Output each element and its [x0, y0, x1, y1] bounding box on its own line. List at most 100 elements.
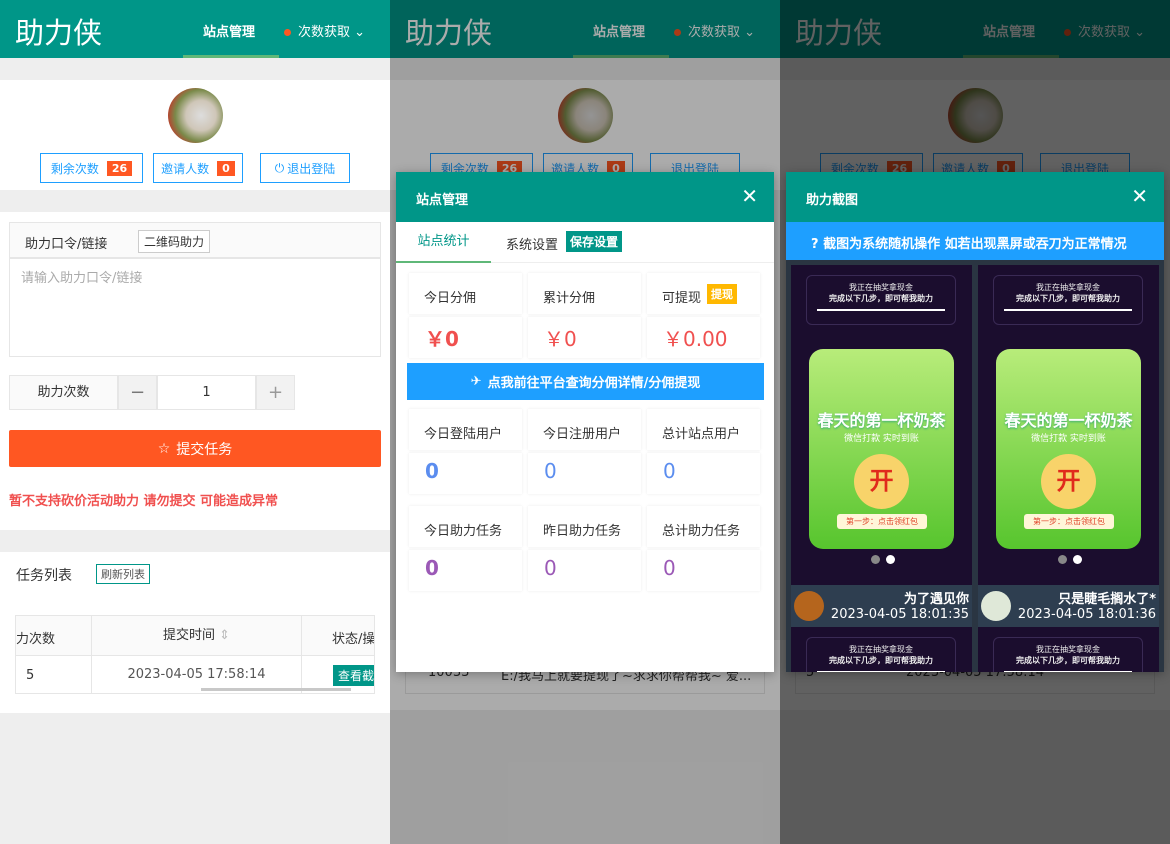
stat-label-cell: 累计分佣: [528, 273, 641, 314]
stat-label-cell: 今日注册用户: [528, 409, 641, 450]
carousel-dot[interactable]: [1058, 555, 1067, 564]
close-icon[interactable]: ✕: [1131, 184, 1148, 208]
user-avatar: [981, 591, 1011, 621]
main-page: 助力侠 站点管理 次数获取 ⌄ 剩余次数 26 邀请人数 0 ⏻ 退出登陆 助力口令/…: [0, 0, 390, 844]
progress-line: [817, 671, 945, 672]
label: 提交时间: [162, 628, 215, 643]
carousel-dot[interactable]: [886, 555, 895, 564]
stat-value-cell: ￥0.00: [647, 317, 760, 358]
paper-plane-icon: ✈: [470, 374, 482, 389]
stat-value-cell: 0: [409, 453, 522, 494]
col-time[interactable]: 提交时间 ⇕: [91, 616, 302, 656]
carousel-dot[interactable]: [1073, 555, 1082, 564]
stat-value: ￥0: [544, 327, 577, 351]
screenshot-modal-view: 助力侠 站点管理 次数获取 ⌄ 剩余次数26 邀请人数0 退出登陆 5 2023…: [780, 0, 1170, 844]
tab-site-stats[interactable]: 站点统计: [396, 222, 491, 263]
label: 剩余次数: [50, 161, 99, 176]
shot-card: 春天的第一杯奶茶 微信打款 实时到账 开 第一步：点击领红包: [809, 349, 954, 549]
notice-text: 截图为系统随机操作 如若出现黑屏或吞刀为正常情况: [823, 237, 1127, 252]
screenshot-modal: 助力截图 ✕ ? 截图为系统随机操作 如若出现黑屏或吞刀为正常情况 我正在抽奖拿现…: [786, 172, 1164, 672]
shot-line: 我正在抽奖拿现金: [849, 283, 913, 292]
open-coin: 开: [854, 454, 909, 509]
stat-value-cell: 0: [528, 550, 641, 591]
progress-line: [1004, 309, 1132, 311]
shot-step: 第一步：点击领红包: [837, 514, 927, 529]
platform-link-button[interactable]: ✈ 点我前往平台查询分佣详情/分佣提现: [407, 363, 764, 400]
stat-value: 0: [663, 556, 676, 580]
stat-value-cell: ￥0: [528, 317, 641, 358]
stat-value: 0: [544, 556, 557, 580]
col-status: 状态/操: [332, 632, 375, 647]
withdraw-button[interactable]: 提现: [707, 284, 737, 304]
task-list-card: 任务列表 刷新列表 力次数 提交时间 ⇕ 状态/操 5 2023-04-05 1…: [0, 552, 390, 713]
site-modal-view: 助力侠 站点管理 次数获取 ⌄ 剩余次数 26 邀请人数 0 退出登陆 10033 …: [390, 0, 780, 844]
progress-line: [817, 309, 945, 311]
profile-card: 剩余次数 26 邀请人数 0 ⏻ 退出登陆: [0, 80, 390, 190]
cell-count: 5: [26, 668, 35, 683]
refresh-button[interactable]: 刷新列表: [96, 564, 150, 584]
stat-value-cell: ￥0: [409, 317, 522, 358]
qr-help-button[interactable]: 二维码助力: [138, 230, 211, 253]
logout-button[interactable]: ⏻ 退出登陆: [260, 153, 350, 183]
count-input[interactable]: 1: [157, 375, 256, 410]
tab-bar: 站点统计 系统设置 保存设置: [396, 222, 774, 263]
nav-get-count[interactable]: 次数获取 ⌄: [284, 21, 365, 40]
shot-header: 我正在抽奖拿现金 完成以下几步，即可帮我助力: [993, 637, 1143, 672]
modal-title: 助力截图: [806, 193, 859, 208]
shot-line: 完成以下几步，即可帮我助力: [1016, 656, 1120, 665]
nav-site-management[interactable]: 站点管理: [203, 21, 255, 40]
warning-text: 暂不支持砍价活动助力 请勿提交 可能造成异常: [9, 494, 279, 509]
avatar[interactable]: [168, 88, 223, 143]
remaining-badge: 26: [106, 160, 133, 176]
view-screenshot-button[interactable]: 查看截: [333, 665, 374, 686]
link-label-bar: 助力口令/链接 二维码助力: [9, 222, 381, 258]
stat-label-cell: 今日助力任务: [409, 506, 522, 547]
invite-button[interactable]: 邀请人数 0: [153, 153, 243, 183]
star-icon: ☆: [157, 440, 171, 457]
sort-icon: ⇕: [219, 628, 231, 643]
screenshot-image[interactable]: 我正在抽奖拿现金 完成以下几步，即可帮我助力: [978, 627, 1159, 672]
link-textarea[interactable]: 请输入助力口令/链接: [9, 258, 381, 357]
shot-line: 完成以下几步，即可帮我助力: [829, 656, 933, 665]
remaining-button[interactable]: 剩余次数 26: [40, 153, 143, 183]
shot-header: 我正在抽奖拿现金完成以下几步，即可帮我助力: [806, 275, 956, 325]
stat-label: 累计分佣: [543, 291, 596, 306]
minus-button[interactable]: −: [118, 375, 157, 410]
invite-badge: 0: [217, 160, 235, 176]
shot-line: 完成以下几步，即可帮我助力: [1016, 294, 1120, 303]
save-settings-button[interactable]: 保存设置: [566, 231, 623, 252]
table-header: 力次数 提交时间 ⇕ 状态/操: [16, 616, 374, 656]
stat-label-cell: 总计站点用户: [647, 409, 760, 450]
shot-line: 完成以下几步，即可帮我助力: [829, 294, 933, 303]
carousel-dot[interactable]: [871, 555, 880, 564]
close-icon[interactable]: ✕: [741, 184, 758, 208]
label: 点我前往平台查询分佣详情/分佣提现: [487, 376, 701, 391]
task-form-card: 助力口令/链接 二维码助力 请输入助力口令/链接 助力次数 − 1 + ☆ 提交任…: [0, 212, 390, 530]
screenshot-image[interactable]: 我正在抽奖拿现金完成以下几步，即可帮我助力: [791, 627, 972, 672]
screenshot-image[interactable]: 我正在抽奖拿现金 完成以下几步，即可帮我助力 春天的第一杯奶茶 微信打款 实时到账…: [978, 265, 1159, 585]
stat-label: 今日登陆用户: [424, 427, 503, 442]
screenshot-caption: 为了遇见你 2023-04-05 18:01:35: [791, 585, 972, 627]
plus-button[interactable]: +: [256, 375, 295, 410]
link-label: 助力口令/链接: [25, 237, 108, 252]
table-row: 5 2023-04-05 17:58:14 查看截: [16, 656, 374, 693]
shot-step: 第一步：点击领红包: [1024, 514, 1114, 529]
submit-task-button[interactable]: ☆ 提交任务: [9, 430, 381, 467]
stat-label: 总计助力任务: [662, 524, 741, 539]
stat-label: 昨日助力任务: [543, 524, 622, 539]
header: 助力侠 站点管理 次数获取 ⌄: [0, 0, 390, 58]
stat-value-cell: 0: [528, 453, 641, 494]
screenshot-image[interactable]: 我正在抽奖拿现金完成以下几步，即可帮我助力 春天的第一杯奶茶 微信打款 实时到账…: [791, 265, 972, 585]
stat-label: 总计站点用户: [662, 427, 741, 442]
dot-icon: [284, 29, 291, 36]
stat-value-cell: 0: [409, 550, 522, 591]
label: 邀请人数: [161, 161, 210, 176]
stat-label: 今日助力任务: [424, 524, 503, 539]
user-avatar: [794, 591, 824, 621]
chevron-down-icon: ⌄: [354, 25, 366, 40]
tab-system-settings[interactable]: 系统设置: [506, 234, 558, 253]
stat-label: 可提现: [662, 291, 702, 306]
shot-line: 我正在抽奖拿现金: [849, 645, 913, 654]
horizontal-scrollbar[interactable]: [201, 688, 351, 691]
modal-title: 站点管理: [416, 193, 469, 208]
